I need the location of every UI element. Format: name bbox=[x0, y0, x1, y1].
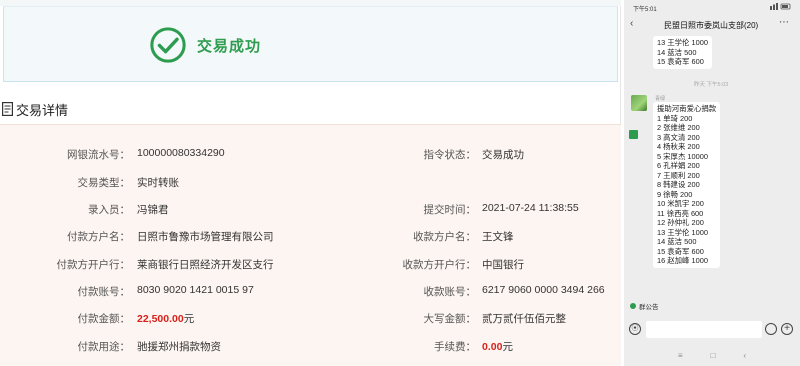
more-icon[interactable]: ⋯ bbox=[779, 17, 790, 28]
document-icon bbox=[2, 102, 13, 116]
success-title: 交易成功 bbox=[197, 38, 262, 55]
field-payee-name: 收款方户名： 王文锋 bbox=[413, 231, 514, 243]
success-banner: 交易成功 bbox=[3, 6, 618, 82]
details-panel: 网银流水号： 100000080334290 交易类型： 实时转账 录入员： 冯… bbox=[0, 124, 621, 366]
status-time: 下午5:01 bbox=[633, 7, 657, 13]
notice-dot-icon bbox=[630, 303, 636, 309]
chat-input-bar: ⦿ + bbox=[624, 318, 800, 342]
system-nav-bar: ≡ □ ‹ bbox=[624, 344, 800, 366]
previous-message-bubble[interactable]: 13 王学伦 1000 14 蓝洁 500 15 袁奇军 600 bbox=[653, 36, 712, 69]
field-payee-account: 收款账号： 6217 9060 0000 3494 266 bbox=[423, 284, 605, 298]
fee-value: 0.00 bbox=[482, 341, 503, 353]
field-instruction-status: 指令状态： 交易成功 bbox=[423, 149, 525, 161]
field-fee: 手续费： 0.00元 bbox=[434, 341, 513, 353]
phone-chat-screen: 下午5:01 ‹ 民盟日照市委岚山支部(20) ⋯ 13 王学伦 1000 14… bbox=[624, 0, 800, 366]
check-circle-icon bbox=[150, 27, 186, 63]
back-arrow-icon[interactable]: ‹ bbox=[630, 18, 633, 29]
status-bar: 下午5:01 bbox=[624, 0, 800, 14]
chat-header: ‹ 民盟日照市委岚山支部(20) ⋯ bbox=[624, 14, 800, 36]
group-notice[interactable]: 群公告 bbox=[630, 301, 659, 311]
sender-name: 青绿 bbox=[655, 96, 666, 102]
voice-icon[interactable]: ⦿ bbox=[629, 323, 641, 335]
menu-icon[interactable]: ≡ bbox=[678, 351, 683, 360]
bank-transaction-page: 交易成功 交易详情 网银流水号： 100000080334290 交易类型： 实… bbox=[0, 0, 621, 366]
message-input[interactable] bbox=[646, 321, 762, 338]
side-tag-icon bbox=[629, 130, 638, 139]
field-amount-in-words: 大写金额： 贰万贰仟伍佰元整 bbox=[423, 313, 567, 325]
plus-icon[interactable]: + bbox=[781, 323, 793, 335]
message-timestamp: 昨天 下午5:03 bbox=[694, 82, 729, 88]
field-payee-bank: 收款方开户行： 中国银行 bbox=[402, 259, 525, 271]
details-header: 交易详情 bbox=[0, 97, 68, 121]
field-transaction-type: 交易类型： 实时转账 bbox=[77, 177, 180, 189]
back-icon[interactable]: ‹ bbox=[743, 351, 746, 360]
field-submit-time: 提交时间： 2021-07-24 11:38:55 bbox=[423, 202, 579, 216]
details-title: 交易详情 bbox=[16, 102, 69, 118]
home-icon[interactable]: □ bbox=[711, 351, 716, 360]
signal-battery-icon bbox=[770, 3, 792, 10]
emoji-icon[interactable] bbox=[765, 323, 777, 335]
chat-title: 民盟日照市委岚山支部(20) bbox=[664, 21, 759, 30]
donation-message-bubble[interactable]: 援助河南爱心捐款 1 单琦 200 2 张维维 200 3 高文清 200 4 … bbox=[653, 102, 721, 268]
sender-avatar[interactable] bbox=[631, 95, 647, 111]
